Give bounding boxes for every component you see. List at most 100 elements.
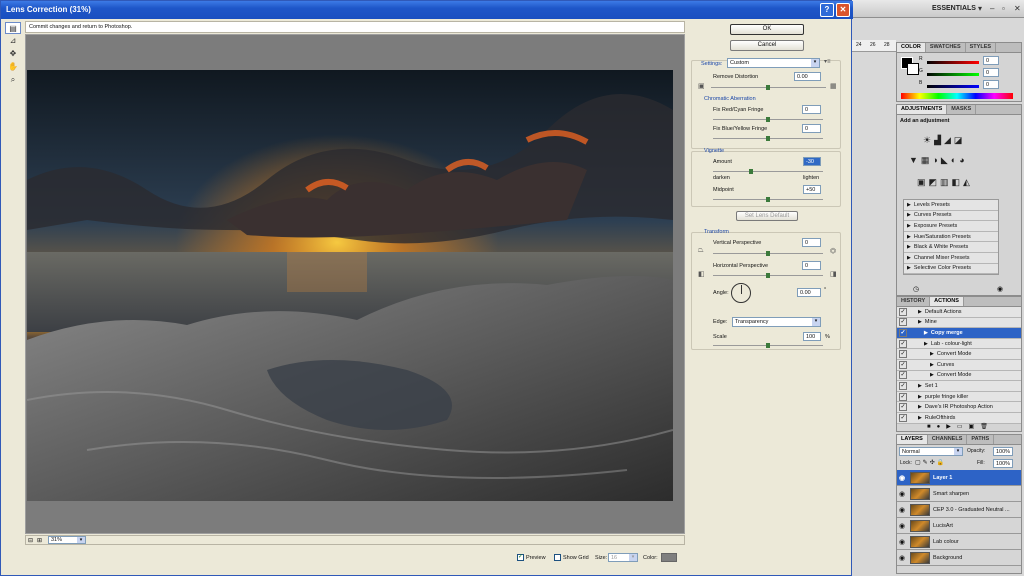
zoom-out-icon[interactable]: ⊟ [28, 537, 33, 544]
preset-item[interactable]: ▶ Curves Presets [904, 210, 998, 222]
settings-menu-icon[interactable]: ▾≡ [824, 58, 831, 65]
visibility-eye-icon[interactable]: ◉ [897, 554, 907, 562]
edge-select[interactable]: Transparency ▾ [732, 317, 821, 327]
expand-icon[interactable]: ▶ [918, 383, 922, 389]
scale-field[interactable]: 100 [803, 332, 821, 341]
expand-icon[interactable]: ▶ [918, 415, 922, 421]
tab-channels[interactable]: CHANNELS [928, 435, 968, 444]
color-b-slider[interactable] [927, 85, 979, 88]
layer-item[interactable]: ◉ LucisArt [897, 518, 1021, 534]
tab-styles[interactable]: STYLES [966, 43, 997, 52]
preset-item[interactable]: ▶ Channel Mixer Presets [904, 252, 998, 264]
expand-icon[interactable]: ▶ [924, 341, 928, 347]
action-check-icon[interactable]: ✓ [899, 392, 907, 401]
minimize-icon[interactable]: – [990, 4, 994, 13]
move-grid-tool-icon[interactable]: ✥ [5, 48, 21, 60]
midpoint-field[interactable]: +50 [803, 185, 821, 194]
tab-color[interactable]: COLOR [897, 43, 926, 52]
scale-slider[interactable] [713, 343, 823, 348]
action-item[interactable]: ✓ ▶ Set 1 [897, 381, 1021, 392]
amount-slider[interactable] [713, 169, 823, 174]
straighten-tool-icon[interactable]: ⊿ [5, 35, 21, 47]
adjustment-icons-row1[interactable]: ☀▟◢◪ [923, 135, 965, 146]
tab-masks[interactable]: MASKS [947, 105, 977, 114]
color-ramp[interactable] [901, 93, 1013, 99]
fix-blue-field[interactable]: 0 [802, 124, 821, 133]
restore-icon[interactable]: ▫ [1002, 4, 1005, 13]
action-item[interactable]: ✓ ▶ purple fringe killer [897, 391, 1021, 403]
expand-icon[interactable]: ▶ [918, 394, 922, 400]
preview-canvas[interactable] [25, 34, 685, 534]
expand-icon[interactable]: ▶ [918, 309, 922, 315]
tab-swatches[interactable]: SWATCHES [926, 43, 966, 52]
vertical-perspective-slider[interactable] [713, 251, 823, 256]
actions-controls[interactable]: ■●▶▭▣🗑 [927, 423, 994, 430]
hand-tool-icon[interactable]: ✋ [5, 61, 21, 73]
zoom-select[interactable]: 31% ▾ [48, 536, 86, 544]
tab-actions[interactable]: ACTIONS [930, 297, 964, 306]
settings-select[interactable]: Custom ▾ [727, 58, 820, 68]
action-item[interactable]: ✓ ▶ Mine [897, 317, 1021, 329]
vertical-perspective-field[interactable]: 0 [802, 238, 821, 247]
tab-paths[interactable]: PATHS [967, 435, 995, 444]
action-item[interactable]: ✓ ▶ Lab - colour-light [897, 338, 1021, 350]
action-check-icon[interactable]: ✓ [899, 403, 907, 412]
layer-item[interactable]: ◉ CEP 3.0 - Graduated Neutral ... [897, 502, 1021, 518]
color-r-field[interactable]: 0 [983, 56, 999, 65]
dropdown-icon[interactable]: ▾ [978, 4, 982, 13]
preview-checkbox[interactable]: ✓ [517, 554, 524, 561]
horizontal-perspective-slider[interactable] [713, 273, 823, 278]
tab-history[interactable]: HISTORY [897, 297, 931, 306]
essentials-menu[interactable]: ESSENTIALS [932, 5, 976, 12]
visibility-eye-icon[interactable]: ◉ [897, 538, 907, 546]
fix-red-slider[interactable] [713, 117, 823, 122]
fill-field[interactable]: 100% [993, 459, 1013, 468]
color-g-slider[interactable] [927, 73, 979, 76]
clip-icon[interactable]: ◷ [913, 285, 919, 293]
action-item[interactable]: ✓ ▶ Convert Mode [897, 349, 1021, 360]
action-check-icon[interactable]: ✓ [899, 307, 907, 316]
preset-item[interactable]: ▶ Selective Color Presets [904, 263, 998, 275]
action-check-icon[interactable]: ✓ [899, 371, 907, 380]
help-icon[interactable]: ? [820, 3, 834, 17]
color-r-slider[interactable] [927, 61, 979, 64]
angle-dial[interactable] [731, 283, 751, 303]
remove-distortion-tool-icon[interactable]: ▤ [5, 22, 21, 34]
layer-item[interactable]: ◉ Lab colour [897, 534, 1021, 550]
view-icon[interactable]: ◉ [997, 285, 1003, 293]
amount-field[interactable]: -30 [803, 157, 821, 166]
action-item[interactable]: ✓ ▶ Default Actions [897, 307, 1021, 318]
expand-icon[interactable]: ▶ [930, 372, 934, 378]
expand-icon[interactable]: ▶ [930, 351, 934, 357]
tab-layers[interactable]: LAYERS [897, 435, 928, 444]
preset-item[interactable]: ▶ Exposure Presets [904, 221, 998, 232]
layer-item[interactable]: ◉ Background [897, 550, 1021, 566]
expand-icon[interactable]: ▶ [930, 362, 934, 368]
size-select[interactable]: 16 ▾ [608, 553, 638, 562]
fix-blue-slider[interactable] [713, 136, 823, 141]
grid-color-swatch[interactable] [661, 553, 677, 562]
action-item[interactable]: ✓ ▶ Curves [897, 359, 1021, 371]
close-icon[interactable]: ✕ [1014, 4, 1021, 13]
action-check-icon[interactable]: ✓ [899, 328, 907, 337]
fix-red-field[interactable]: 0 [802, 105, 821, 114]
remove-distortion-field[interactable]: 0.00 [794, 72, 821, 81]
opacity-field[interactable]: 100% [993, 447, 1013, 456]
close-icon[interactable]: ✕ [836, 3, 850, 17]
zoom-in-icon[interactable]: ⊞ [37, 537, 42, 544]
cancel-button[interactable]: Cancel [730, 40, 804, 51]
remove-distortion-slider[interactable] [711, 85, 826, 90]
layer-item[interactable]: ◉ Smart sharpen [897, 486, 1021, 502]
zoom-tool-icon[interactable]: ⌕ [5, 74, 21, 86]
ok-button[interactable]: OK [730, 24, 804, 35]
adjustment-icons-row3[interactable]: ▣◩▥◧◭ [917, 177, 973, 188]
visibility-eye-icon[interactable]: ◉ [897, 474, 907, 482]
action-check-icon[interactable]: ✓ [899, 381, 907, 390]
set-lens-default-button[interactable]: Set Lens Default [736, 211, 798, 221]
midpoint-slider[interactable] [713, 197, 823, 202]
action-item[interactable]: ✓ ▶ Convert Mode [897, 370, 1021, 382]
show-grid-checkbox[interactable] [554, 554, 561, 561]
color-g-field[interactable]: 0 [983, 68, 999, 77]
action-check-icon[interactable]: ✓ [899, 360, 907, 369]
visibility-eye-icon[interactable]: ◉ [897, 522, 907, 530]
